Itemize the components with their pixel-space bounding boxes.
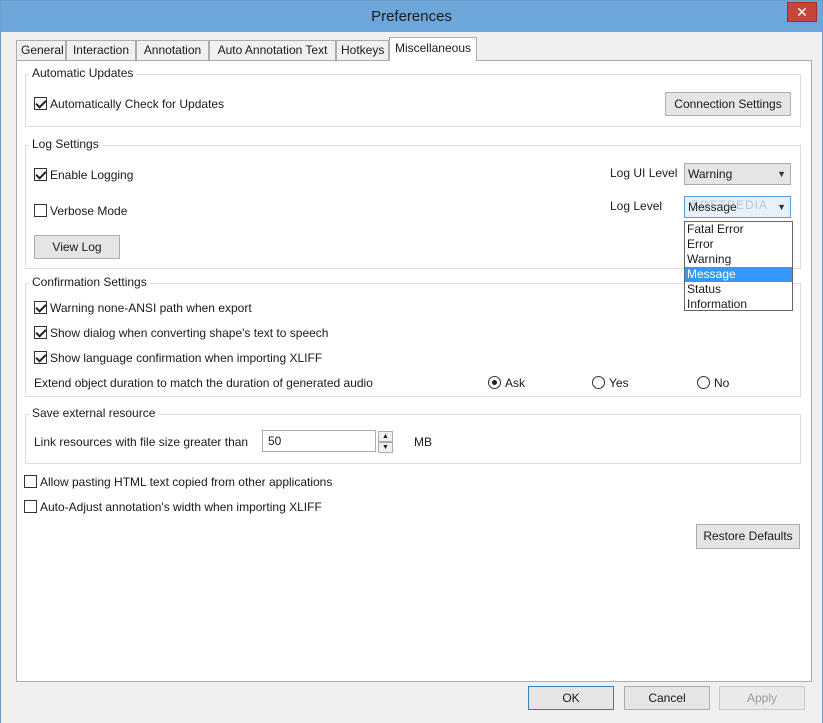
- log-ui-level-value: Warning: [688, 167, 733, 181]
- confirm-tts-dialog-box[interactable]: [34, 326, 47, 339]
- confirmation-settings-title: Confirmation Settings: [29, 275, 150, 289]
- close-button[interactable]: ✕: [787, 2, 817, 22]
- confirm-none-ansi-box[interactable]: [34, 301, 47, 314]
- file-size-input[interactable]: 50: [262, 430, 376, 452]
- confirm-tts-dialog-checkbox[interactable]: Show dialog when converting shape's text…: [34, 325, 328, 341]
- log-level-label: Log Level: [610, 199, 663, 213]
- spin-up-icon[interactable]: ▲: [378, 431, 393, 442]
- connection-settings-button[interactable]: Connection Settings: [665, 92, 791, 116]
- confirm-tts-dialog-label: Show dialog when converting shape's text…: [50, 326, 329, 340]
- extend-duration-label: Extend object duration to match the dura…: [34, 376, 373, 390]
- auto-adjust-width-box[interactable]: [24, 500, 37, 513]
- verbose-mode-box[interactable]: [34, 204, 47, 217]
- log-level-dropdown-list: Fatal Error Error Warning Message Status…: [684, 221, 793, 311]
- window-title: Preferences: [371, 8, 452, 25]
- extend-yes-radio[interactable]: Yes: [592, 375, 629, 391]
- tab-interaction[interactable]: Interaction: [66, 40, 136, 61]
- automatic-updates-title: Automatic Updates: [29, 66, 137, 80]
- restore-defaults-button[interactable]: Restore Defaults: [696, 524, 800, 549]
- view-log-button[interactable]: View Log: [34, 235, 120, 259]
- apply-button[interactable]: Apply: [719, 686, 805, 710]
- log-level-option[interactable]: Warning: [685, 252, 792, 267]
- allow-html-paste-label: Allow pasting HTML text copied from othe…: [40, 475, 333, 489]
- extend-ask-radio-button[interactable]: [488, 376, 501, 389]
- log-level-option[interactable]: Fatal Error: [685, 222, 792, 237]
- auto-check-updates-checkbox[interactable]: Automatically Check for Updates: [34, 96, 224, 112]
- title-bar[interactable]: Preferences ✕: [1, 1, 822, 32]
- confirm-none-ansi-checkbox[interactable]: Warning none-ANSI path when export: [34, 300, 252, 316]
- chevron-down-icon: ▼: [777, 169, 786, 179]
- ok-button[interactable]: OK: [528, 686, 614, 710]
- preferences-window: Preferences ✕ General Interaction Annota…: [0, 0, 823, 723]
- chevron-down-icon: ▼: [777, 202, 786, 212]
- link-resources-label: Link resources with file size greater th…: [34, 435, 249, 449]
- auto-check-updates-label: Automatically Check for Updates: [50, 97, 225, 111]
- allow-html-paste-box[interactable]: [24, 475, 37, 488]
- log-settings-title: Log Settings: [29, 137, 102, 151]
- tab-annotation[interactable]: Annotation: [136, 40, 209, 61]
- log-ui-level-select[interactable]: Warning ▼: [684, 163, 791, 185]
- extend-yes-radio-button[interactable]: [592, 376, 605, 389]
- extend-no-radio-button[interactable]: [697, 376, 710, 389]
- log-ui-level-label: Log UI Level: [610, 166, 678, 180]
- enable-logging-checkbox[interactable]: Enable Logging: [34, 167, 133, 183]
- auto-adjust-width-label: Auto-Adjust annotation's width when impo…: [40, 500, 322, 514]
- external-resource-title: Save external resource: [29, 406, 159, 420]
- confirm-language-xliff-label: Show language confirmation when importin…: [50, 351, 323, 365]
- confirm-language-xliff-box[interactable]: [34, 351, 47, 364]
- log-level-option-selected[interactable]: Message: [685, 267, 792, 282]
- cancel-button[interactable]: Cancel: [624, 686, 710, 710]
- close-icon: ✕: [796, 4, 808, 20]
- verbose-mode-label: Verbose Mode: [50, 204, 128, 218]
- tab-auto-annotation-text[interactable]: Auto Annotation Text: [209, 40, 336, 61]
- enable-logging-box[interactable]: [34, 168, 47, 181]
- log-level-option[interactable]: Status: [685, 282, 792, 297]
- log-level-option[interactable]: Error: [685, 237, 792, 252]
- log-level-option[interactable]: Information: [685, 297, 792, 312]
- enable-logging-label: Enable Logging: [50, 168, 134, 182]
- spin-down-icon[interactable]: ▼: [378, 442, 393, 453]
- allow-html-paste-checkbox[interactable]: Allow pasting HTML text copied from othe…: [24, 474, 332, 490]
- tab-hotkeys[interactable]: Hotkeys: [336, 40, 389, 61]
- extend-no-radio[interactable]: No: [697, 375, 729, 391]
- auto-adjust-width-checkbox[interactable]: Auto-Adjust annotation's width when impo…: [24, 499, 322, 515]
- confirm-none-ansi-label: Warning none-ANSI path when export: [50, 301, 252, 315]
- extend-ask-radio[interactable]: Ask: [488, 375, 525, 391]
- softpedia-watermark: SOFTPEDIA: [691, 198, 769, 212]
- auto-check-updates-box[interactable]: [34, 97, 47, 110]
- size-unit-label: MB: [414, 435, 432, 449]
- tab-miscellaneous[interactable]: Miscellaneous: [389, 37, 477, 61]
- verbose-mode-checkbox[interactable]: Verbose Mode: [34, 203, 127, 219]
- tab-general[interactable]: General: [16, 40, 66, 61]
- confirm-language-xliff-checkbox[interactable]: Show language confirmation when importin…: [34, 350, 322, 366]
